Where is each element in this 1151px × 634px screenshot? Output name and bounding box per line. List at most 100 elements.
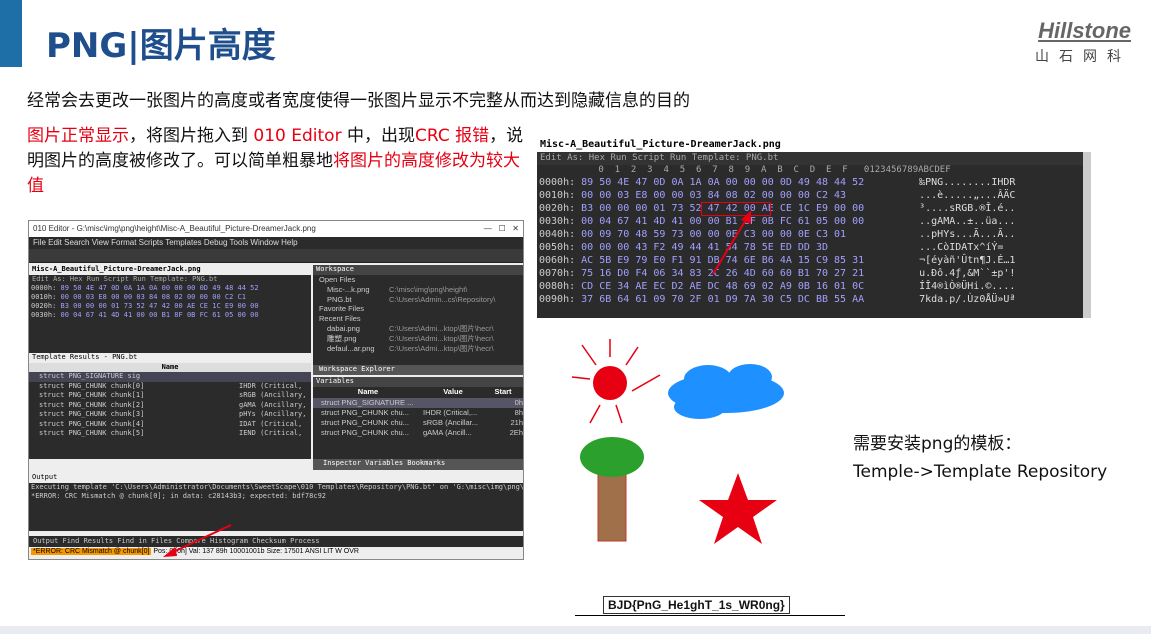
template-row[interactable]: struct PNG_CHUNK chunk[4] IDAT (Critical,	[29, 420, 311, 430]
hex-view-offset: 0080h:	[539, 281, 576, 292]
editor-menubar[interactable]: File Edit Search View Format Scripts Tem…	[29, 237, 523, 249]
title-accent-bar	[0, 0, 22, 67]
editor-file-tab[interactable]: Misc-A_Beautiful_Picture-DreamerJack.png	[29, 265, 311, 275]
variables-col: Value	[443, 387, 463, 396]
variables-cell: sRGB (Ancillar...	[423, 418, 479, 427]
bottom-tabs[interactable]: Output Find Results Find in Files Compar…	[29, 536, 523, 547]
template-row-name: struct PNG_SIGNATURE sig	[39, 372, 141, 380]
variables-pane[interactable]: Variables Name Value Start struct PNG_SIGN…	[313, 377, 523, 459]
hex-offset: 0030h:	[31, 311, 57, 319]
template-row-name: struct PNG_CHUNK chunk[5]	[39, 429, 145, 437]
workspace-list[interactable]: Open Files Misc-...k.png C:\misc\img\png\h…	[313, 275, 523, 353]
workspace-item[interactable]: Recent Files	[317, 314, 523, 324]
hex-offset: 0000h:	[31, 284, 57, 292]
template-row[interactable]: struct PNG_CHUNK chunk[1] sRGB (Ancillary…	[29, 391, 311, 401]
hex-offset: 0010h:	[31, 293, 57, 301]
hex-row: 0020h: B3 00 00 00 01 73 52 47 42 00 AE …	[29, 302, 311, 311]
slide-title: PNG|图片高度	[46, 26, 276, 66]
editor-hex-subbar[interactable]: Edit As: Hex Run Script Run Template: PN…	[29, 275, 311, 284]
variables-cell: 0h	[514, 398, 523, 407]
workspace-item[interactable]: Favorite Files	[317, 304, 523, 314]
hex-view-offset: 0040h:	[539, 229, 576, 240]
template-col-header: Name	[29, 363, 311, 372]
variables-row[interactable]: struct PNG_CHUNK chu... IHDR (Critical,..…	[313, 408, 523, 418]
workspace-pane[interactable]: Workspace Open Files Misc-...k.png C:\misc…	[313, 265, 523, 365]
template-row[interactable]: struct PNG_CHUNK chunk[5] IEND (Critical,	[29, 429, 311, 439]
variables-cell: gAMA (Ancill...	[423, 428, 472, 437]
hex-view-offset: 0020h:	[539, 203, 576, 214]
variables-cell: struct PNG_CHUNK chu...	[321, 418, 409, 427]
workspace-item[interactable]: dabai.png C:\Users\Admi...ktop\图片\hecr\	[317, 324, 523, 334]
variables-cell: struct PNG_CHUNK chu...	[321, 408, 409, 417]
template-row[interactable]: struct PNG_CHUNK chunk[0] IHDR (Critical,	[29, 382, 311, 392]
hex-view-ascii: ÍÎ4®ìÒ®ÜHi.©....	[919, 281, 1016, 292]
hex-view-row: 0010h: 00 00 03 E8 00 00 03 84 08 02 00 …	[537, 189, 1091, 202]
variables-row[interactable]: struct PNG_CHUNK chu... sRGB (Ancillar...…	[313, 418, 523, 428]
note-line-1: 需要安装png的模板：	[853, 434, 1022, 454]
variables-cell: IHDR (Critical,...	[423, 408, 478, 417]
logo-name: Hillstone	[1038, 18, 1131, 43]
template-note: 需要安装png的模板： Temple->Template Repository	[853, 430, 1107, 486]
hex-view-row: 0080h: CD CE 34 AE EC D2 AE DC 48 69 02 …	[537, 280, 1091, 293]
template-row[interactable]: struct PNG_CHUNK chunk[2] gAMA (Ancillary…	[29, 401, 311, 411]
hex-view-subbar[interactable]: Edit As: Hex Run Script Run Template: PN…	[537, 152, 1091, 165]
hex-row: 0030h: 00 04 67 41 4D 41 00 00 B1 8F 0B …	[29, 311, 311, 320]
template-row-name: struct PNG_CHUNK chunk[3]	[39, 410, 145, 418]
variables-row[interactable]: struct PNG_SIGNATURE ... 0h	[313, 398, 523, 408]
workspace-item-name: Misc-...k.png	[327, 284, 370, 294]
hex-view-scrollbar[interactable]	[1083, 152, 1091, 318]
hex-view-row: 0040h: 00 09 70 48 59 73 00 00 0E C3 00 …	[537, 228, 1091, 241]
hex-row: 0010h: 00 00 03 E8 00 00 03 84 08 02 00 …	[29, 293, 311, 302]
workspace-item[interactable]: Open Files	[317, 275, 523, 285]
template-row-value: sRGB (Ancillary,	[239, 391, 307, 399]
hex-view-ascii: ...è.....„...ÂÄC	[919, 190, 1016, 201]
hex-view-ascii: ...CòIDATx^íÝ=	[919, 242, 1004, 253]
hex-view-col-header: 0 1 2 3 4 5 6 7 8 9 A B C D E F 01234567…	[593, 165, 951, 175]
hex-view-row: 0070h: 75 16 D0 F4 06 34 83 2C 26 4D 60 …	[537, 267, 1091, 280]
variables-col: Name	[357, 387, 379, 396]
editor-screenshot: 010 Editor - G:\misc\img\png\height\Misc…	[28, 220, 524, 560]
para-text-2: 中，出现	[341, 126, 415, 146]
window-controls: — ☐ ✕	[483, 224, 519, 233]
template-row[interactable]: struct PNG_CHUNK chunk[3] pHYs (Ancillary…	[29, 410, 311, 420]
explanation-paragraph: 图片正常显示，将图片拖入到 010 Editor 中，出现CRC 报错，说明图片…	[27, 124, 532, 199]
editor-hex-pane[interactable]: Misc-A_Beautiful_Picture-DreamerJack.png…	[29, 265, 311, 353]
template-row[interactable]: struct PNG_SIGNATURE sig	[29, 372, 311, 382]
variables-rows[interactable]: struct PNG_SIGNATURE ... 0h struct PNG_CHU…	[313, 398, 523, 438]
hex-view-ascii: ¬[éyàñ'Ûtn¶J.É…1	[919, 255, 1016, 266]
workspace-item[interactable]: Misc-...k.png C:\misc\img\png\height\	[317, 285, 523, 295]
variables-row[interactable]: struct PNG_CHUNK chu... gAMA (Ancill... 2E…	[313, 428, 523, 438]
para-red-2: 010 Editor	[253, 126, 342, 146]
workspace-item[interactable]: defaul...ar.png C:\Users\Admi...ktop\图片\h…	[317, 344, 523, 354]
template-row-name: struct PNG_CHUNK chunk[0]	[39, 381, 145, 390]
workspace-item-path: C:\Users\Admi...ktop\图片\hecr\	[389, 343, 494, 353]
template-row-value: gAMA (Ancillary,	[239, 400, 307, 409]
hex-bytes: 00 04 67 41 4D 41 00 00 B1 8F 0B FC 61 0…	[56, 311, 259, 319]
workspace-tabs[interactable]: Workspace Explorer	[313, 365, 523, 375]
workspace-item-name: dabai.png	[327, 323, 360, 333]
sun-icon	[571, 339, 661, 424]
hex-offset: 0020h:	[31, 302, 57, 310]
hex-view-offset: 0060h:	[539, 255, 576, 266]
template-row-value: pHYs (Ancillary,	[239, 410, 307, 418]
inspector-tabs[interactable]: Inspector Variables Bookmarks	[313, 459, 523, 470]
editor-toolbar[interactable]	[29, 249, 523, 263]
output-title: Output	[29, 473, 523, 483]
star-icon	[699, 473, 777, 544]
template-row-value: IHDR (Critical,	[239, 381, 303, 390]
editor-window-title: 010 Editor - G:\misc\img\png\height\Misc…	[33, 224, 316, 233]
template-results-pane[interactable]: Template Results - PNG.bt Name struct PN…	[29, 353, 311, 459]
hex-view-bytes: 37 6B 64 61 09 70 2F 01 D9 7A 30 C5 DC B…	[575, 294, 865, 305]
hex-view-offset: 0090h:	[539, 294, 576, 305]
hex-view-tab[interactable]: Misc-A_Beautiful_Picture-DreamerJack.png	[537, 138, 1091, 152]
variables-cell: 8h	[514, 408, 523, 417]
workspace-item[interactable]: 雕塑.png C:\Users\Admi...ktop\图片\hecr\	[317, 334, 523, 344]
hex-view-bytes: CD CE 34 AE EC D2 AE DC 48 69 02 A9 0B 1…	[575, 281, 865, 292]
template-rows[interactable]: struct PNG_SIGNATURE sig struct PNG_CHUNK…	[29, 372, 311, 439]
output-line-2: *ERROR: CRC Mismatch @ chunk[0]; in data…	[31, 492, 327, 500]
hex-view-ascii: ³....sRGB.®Î.é..	[919, 203, 1016, 214]
variables-cell: 21h	[510, 418, 523, 427]
variables-cell	[423, 398, 483, 408]
template-row-value: IEND (Critical,	[239, 429, 303, 437]
workspace-item[interactable]: PNG.bt C:\Users\Admin...cs\Repository\	[317, 295, 523, 305]
